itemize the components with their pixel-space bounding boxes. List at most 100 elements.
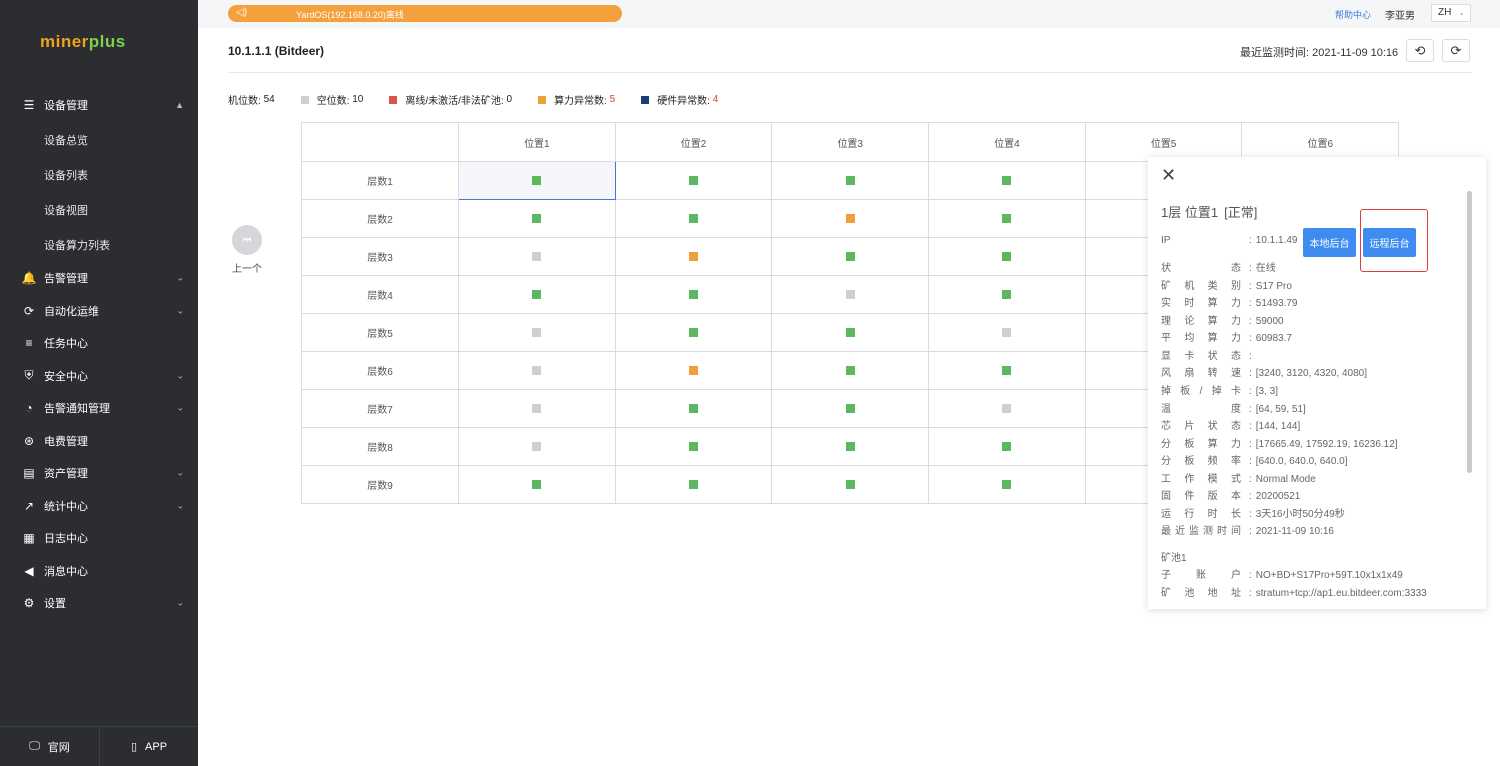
menu-automation[interactable]: ⟳ 自动化运维 ⌄: [0, 295, 198, 328]
help-center-link[interactable]: 帮助中心: [1335, 8, 1371, 21]
logo[interactable]: minerplus: [40, 32, 126, 52]
miner-status-empty[interactable]: [1002, 403, 1012, 413]
miner-status-normal[interactable]: [689, 175, 699, 185]
miner-status-normal[interactable]: [1002, 441, 1012, 451]
submenu-device-list[interactable]: 设备列表: [0, 157, 198, 192]
grid-cell[interactable]: [771, 275, 930, 314]
website-button[interactable]: 🖵 官网: [0, 727, 99, 766]
grid-cell[interactable]: [458, 275, 616, 314]
language-select[interactable]: ZH ⌄: [1431, 4, 1471, 22]
grid-cell[interactable]: [614, 351, 773, 390]
miner-status-normal[interactable]: [845, 365, 855, 375]
submenu-device-hashrate-list[interactable]: 设备算力列表: [0, 227, 198, 262]
grid-cell[interactable]: [928, 275, 1086, 314]
submenu-device-overview[interactable]: 设备总览: [0, 122, 198, 157]
grid-cell[interactable]: [771, 351, 930, 390]
grid-cell[interactable]: [928, 237, 1086, 276]
grid-cell[interactable]: [771, 465, 930, 504]
grid-cell[interactable]: [771, 237, 930, 276]
menu-alarm-notify[interactable]: ◔ 告警通知管理 ⌄: [0, 392, 198, 425]
grid-cell[interactable]: [458, 161, 616, 200]
grid-cell[interactable]: [458, 465, 616, 504]
menu-electricity[interactable]: ⊛ 电费管理: [0, 425, 198, 458]
grid-cell[interactable]: [771, 427, 930, 466]
refresh-button[interactable]: ⟳: [1442, 39, 1470, 62]
grid-cell[interactable]: [458, 237, 616, 276]
miner-status-normal[interactable]: [532, 175, 542, 185]
menu-device-management[interactable]: ☰ 设备管理 ▲: [0, 88, 198, 122]
miner-status-normal[interactable]: [845, 175, 855, 185]
app-button[interactable]: ▯ APP: [99, 727, 198, 766]
miner-status-normal[interactable]: [532, 479, 542, 489]
miner-status-normal[interactable]: [689, 327, 699, 337]
grid-cell[interactable]: [614, 427, 773, 466]
miner-status-hash[interactable]: [689, 365, 699, 375]
grid-cell[interactable]: [614, 313, 773, 352]
miner-status-hash[interactable]: [845, 213, 855, 223]
grid-cell[interactable]: [928, 161, 1086, 200]
miner-status-normal[interactable]: [689, 479, 699, 489]
miner-status-normal[interactable]: [845, 403, 855, 413]
miner-status-hash[interactable]: [689, 251, 699, 261]
grid-cell[interactable]: [771, 161, 930, 200]
local-admin-button[interactable]: 本地后台: [1303, 228, 1356, 257]
grid-cell[interactable]: [614, 465, 773, 504]
miner-status-empty[interactable]: [532, 365, 542, 375]
miner-status-empty[interactable]: [532, 403, 542, 413]
miner-status-normal[interactable]: [1002, 175, 1012, 185]
grid-cell[interactable]: [458, 351, 616, 390]
menu-settings[interactable]: ⚙ 设置 ⌄: [0, 587, 198, 620]
grid-cell[interactable]: [458, 199, 616, 238]
grid-cell[interactable]: [771, 389, 930, 428]
menu-logs[interactable]: ▦ 日志中心: [0, 522, 198, 555]
miner-status-normal[interactable]: [1002, 289, 1012, 299]
miner-status-empty[interactable]: [845, 289, 855, 299]
miner-status-empty[interactable]: [1002, 327, 1012, 337]
grid-cell[interactable]: [614, 199, 773, 238]
prev-button[interactable]: ⏮: [232, 225, 262, 255]
menu-statistics[interactable]: ↗ 统计中心 ⌄: [0, 490, 198, 523]
miner-status-normal[interactable]: [689, 403, 699, 413]
miner-status-normal[interactable]: [689, 213, 699, 223]
miner-status-normal[interactable]: [845, 251, 855, 261]
grid-cell[interactable]: [928, 465, 1086, 504]
submenu-device-view[interactable]: 设备视图: [0, 192, 198, 227]
grid-cell[interactable]: [928, 199, 1086, 238]
menu-task-center[interactable]: ≡ 任务中心: [0, 327, 198, 360]
grid-cell[interactable]: [928, 351, 1086, 390]
grid-cell[interactable]: [458, 313, 616, 352]
miner-status-empty[interactable]: [532, 441, 542, 451]
menu-alarm-management[interactable]: 🔔 告警管理 ⌄: [0, 262, 198, 295]
menu-messages[interactable]: ◀ 消息中心: [0, 555, 198, 588]
miner-status-normal[interactable]: [532, 213, 542, 223]
grid-cell[interactable]: [928, 313, 1086, 352]
grid-cell[interactable]: [614, 161, 773, 200]
offline-notice-banner[interactable]: ◁) YardOS(192.168.0.20)离线: [228, 5, 622, 22]
grid-cell[interactable]: [928, 427, 1086, 466]
scrollbar[interactable]: [1467, 191, 1472, 473]
miner-status-empty[interactable]: [532, 251, 542, 261]
miner-status-normal[interactable]: [689, 441, 699, 451]
miner-status-normal[interactable]: [1002, 213, 1012, 223]
menu-assets[interactable]: ▤ 资产管理 ⌄: [0, 457, 198, 490]
grid-cell[interactable]: [771, 313, 930, 352]
grid-cell[interactable]: [928, 389, 1086, 428]
username[interactable]: 李亚男: [1385, 7, 1415, 22]
miner-status-normal[interactable]: [689, 289, 699, 299]
miner-status-normal[interactable]: [845, 479, 855, 489]
miner-status-normal[interactable]: [845, 327, 855, 337]
miner-status-normal[interactable]: [532, 289, 542, 299]
miner-status-normal[interactable]: [1002, 365, 1012, 375]
grid-cell[interactable]: [458, 427, 616, 466]
menu-security-center[interactable]: ⛨ 安全中心 ⌄: [0, 360, 198, 393]
grid-cell[interactable]: [614, 237, 773, 276]
grid-cell[interactable]: [771, 199, 930, 238]
grid-cell[interactable]: [614, 389, 773, 428]
history-button[interactable]: ⟲: [1406, 39, 1434, 62]
miner-status-normal[interactable]: [1002, 479, 1012, 489]
grid-cell[interactable]: [614, 275, 773, 314]
close-icon[interactable]: ✕: [1161, 165, 1176, 186]
miner-status-normal[interactable]: [845, 441, 855, 451]
miner-status-empty[interactable]: [532, 327, 542, 337]
grid-cell[interactable]: [458, 389, 616, 428]
